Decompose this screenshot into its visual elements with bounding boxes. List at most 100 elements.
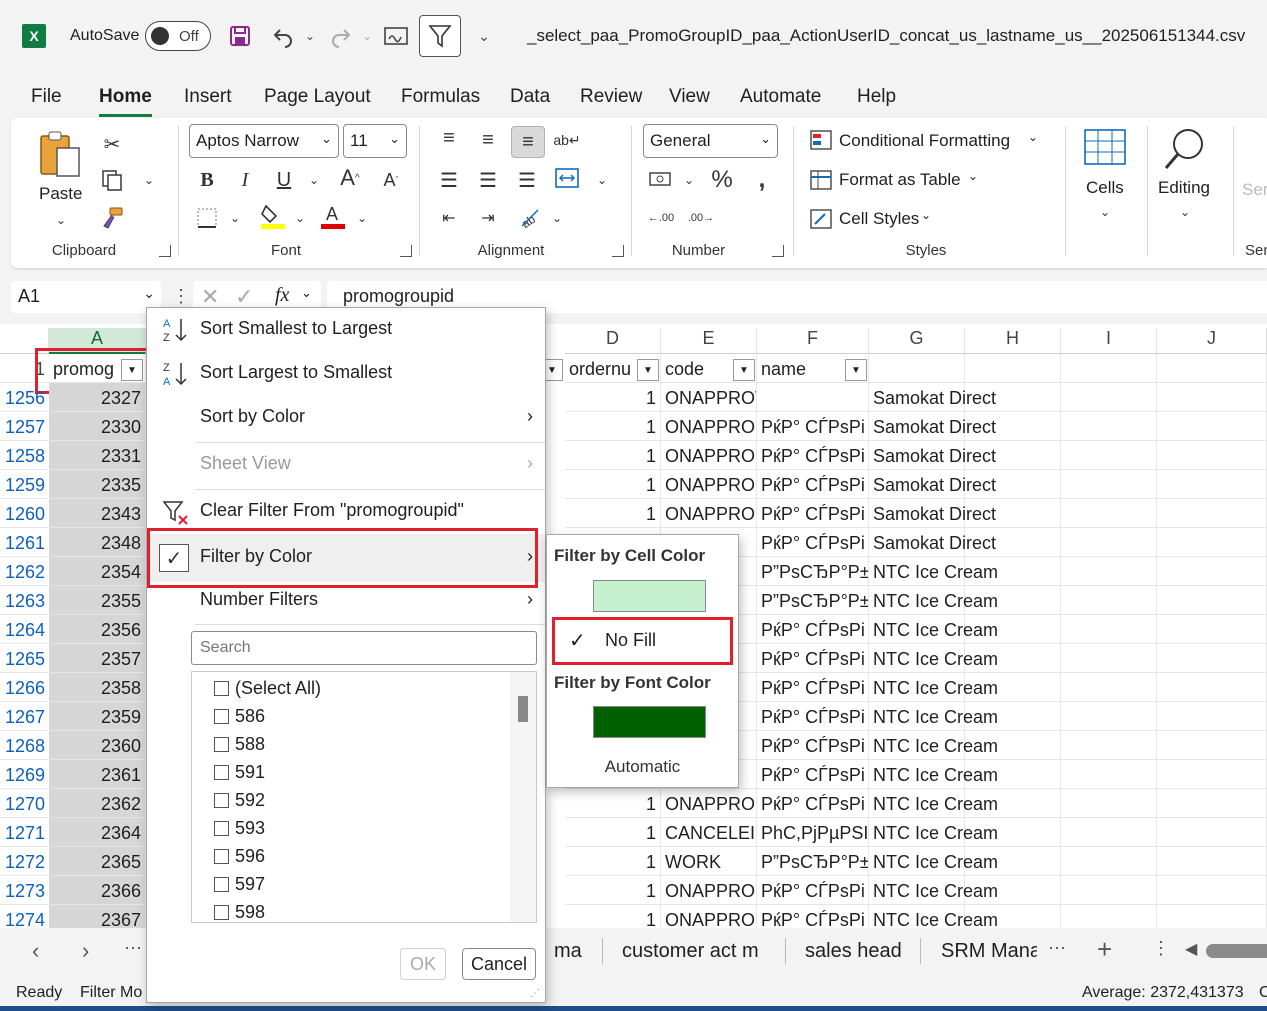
code-cell[interactable]: ONAPPRO [661, 470, 757, 499]
cell[interactable] [1157, 876, 1267, 905]
checkbox[interactable] [214, 905, 229, 920]
filter-quick-access-icon[interactable] [419, 15, 461, 57]
cell[interactable] [965, 789, 1061, 818]
cell[interactable] [1061, 905, 1157, 928]
cell[interactable] [965, 441, 1061, 470]
filter-value-item[interactable]: 597 [214, 874, 265, 902]
cell[interactable] [965, 644, 1061, 673]
tab-automate[interactable]: Automate [740, 86, 821, 108]
cell[interactable] [1061, 760, 1157, 789]
increase-indent-icon[interactable]: ⇥ [474, 204, 502, 232]
checkbox[interactable] [214, 849, 229, 864]
no-fill-option[interactable]: ✓ No Fill [552, 617, 733, 665]
cell[interactable] [965, 847, 1061, 876]
name-cell[interactable]: РќР° СЃРѕРі [757, 673, 869, 702]
customer-cell[interactable]: NTC Ice Cream [869, 789, 998, 818]
status-average[interactable]: Average: 2372,431373 [1082, 984, 1244, 1002]
top-align-icon[interactable]: ≡ [435, 124, 463, 152]
cell[interactable] [1061, 615, 1157, 644]
ordernum-cell[interactable]: 1 [565, 499, 661, 528]
filter-value-item[interactable]: 588 [214, 734, 265, 762]
column-header-e[interactable]: E [661, 328, 757, 354]
code-cell[interactable]: ONAPPRO [661, 441, 757, 470]
name-cell[interactable]: РќР° СЃРѕРі [757, 644, 869, 673]
merge-dropdown-icon[interactable]: ⌄ [588, 166, 616, 194]
cell[interactable] [1157, 818, 1267, 847]
name-cell[interactable]: РќР° СЃРѕРі [757, 470, 869, 499]
copy-icon[interactable] [98, 166, 126, 194]
cells-button[interactable]: Cells [1086, 178, 1124, 198]
cell[interactable] [1157, 383, 1267, 412]
cell[interactable] [1157, 441, 1267, 470]
accounting-dropdown-icon[interactable]: ⌄ [675, 166, 703, 194]
cell[interactable] [965, 557, 1061, 586]
promogroupid-cell[interactable]: 2362 [49, 789, 146, 818]
promogroupid-cell[interactable]: 2354 [49, 557, 146, 586]
promogroupid-cell[interactable]: 2367 [49, 905, 146, 928]
sheet-tab[interactable]: customer act m [622, 940, 759, 963]
accounting-format-icon[interactable] [647, 166, 675, 194]
number-launcher-icon[interactable] [772, 245, 784, 257]
filter-value-item[interactable]: 593 [214, 818, 265, 846]
promogroupid-cell[interactable]: 2355 [49, 586, 146, 615]
tab-data[interactable]: Data [510, 86, 550, 108]
align-right-icon[interactable]: ☰ [513, 166, 541, 194]
cell[interactable] [1157, 760, 1267, 789]
cell[interactable] [1157, 354, 1267, 383]
editing-dropdown-icon[interactable]: ⌄ [1171, 198, 1199, 226]
increase-decimal-icon[interactable]: ←.00 [647, 204, 675, 232]
undo-icon[interactable] [268, 20, 298, 52]
customer-cell[interactable]: NTC Ice Cream [869, 876, 998, 905]
filter-dropdown-button[interactable]: ▼ [637, 359, 659, 381]
orientation-icon[interactable]: ab [516, 204, 544, 232]
cell[interactable] [1157, 702, 1267, 731]
customer-cell[interactable]: Samokat Direct [869, 383, 996, 412]
code-cell[interactable]: ONAPPRO [661, 789, 757, 818]
customer-cell[interactable]: Samokat Direct [869, 441, 996, 470]
cell[interactable] [965, 383, 1061, 412]
number-filters-item[interactable]: Number Filters › [147, 579, 545, 623]
row-header[interactable]: 1258 [0, 441, 49, 470]
cell[interactable] [965, 818, 1061, 847]
cell[interactable] [1061, 354, 1157, 383]
checkbox[interactable] [214, 765, 229, 780]
code-cell[interactable]: WORK [661, 847, 757, 876]
ordernum-cell[interactable]: 1 [565, 905, 661, 928]
customer-cell[interactable]: NTC Ice Cream [869, 673, 998, 702]
alignment-launcher-icon[interactable] [612, 245, 624, 257]
promogroupid-cell[interactable]: 2335 [49, 470, 146, 499]
cell[interactable] [1157, 470, 1267, 499]
font-color-dropdown-icon[interactable]: ⌄ [348, 204, 376, 232]
cell[interactable] [1061, 644, 1157, 673]
cells-icon[interactable] [1082, 124, 1128, 170]
row-header[interactable]: 1269 [0, 760, 49, 789]
bottom-align-icon[interactable]: ≡ [511, 126, 545, 158]
cell[interactable] [1061, 557, 1157, 586]
row-header[interactable]: 1256 [0, 383, 49, 412]
underline-icon[interactable]: U [270, 166, 298, 194]
font-color-icon[interactable]: A [319, 202, 347, 230]
filter-value-item[interactable]: 598 [214, 902, 265, 922]
customer-cell[interactable]: NTC Ice Cream [869, 586, 998, 615]
cell-color-swatch[interactable] [593, 580, 706, 612]
sort-ascending-item[interactable]: AZ Sort Smallest to Largest [147, 308, 545, 352]
promogroupid-cell[interactable]: 2357 [49, 644, 146, 673]
copy-dropdown-icon[interactable]: ⌄ [135, 166, 163, 194]
checkbox[interactable] [214, 737, 229, 752]
promogroupid-cell[interactable]: 2356 [49, 615, 146, 644]
search-icon[interactable] [1159, 124, 1209, 174]
name-cell[interactable]: РќР° СЃРѕРі [757, 412, 869, 441]
increase-font-icon[interactable]: A ^ [336, 164, 364, 192]
customer-cell[interactable]: NTC Ice Cream [869, 644, 998, 673]
sort-descending-item[interactable]: ZA Sort Largest to Smallest [147, 352, 545, 396]
cell[interactable] [1061, 499, 1157, 528]
redo-dropdown-icon[interactable]: ⌄ [352, 20, 382, 52]
tab-view[interactable]: View [669, 86, 710, 108]
cell[interactable] [965, 673, 1061, 702]
cell[interactable] [965, 412, 1061, 441]
cell[interactable] [1061, 441, 1157, 470]
name-cell[interactable]: РќР° СЃРѕРі [757, 702, 869, 731]
cell[interactable] [1061, 586, 1157, 615]
checkbox[interactable] [214, 793, 229, 808]
promogroupid-cell[interactable]: 2358 [49, 673, 146, 702]
